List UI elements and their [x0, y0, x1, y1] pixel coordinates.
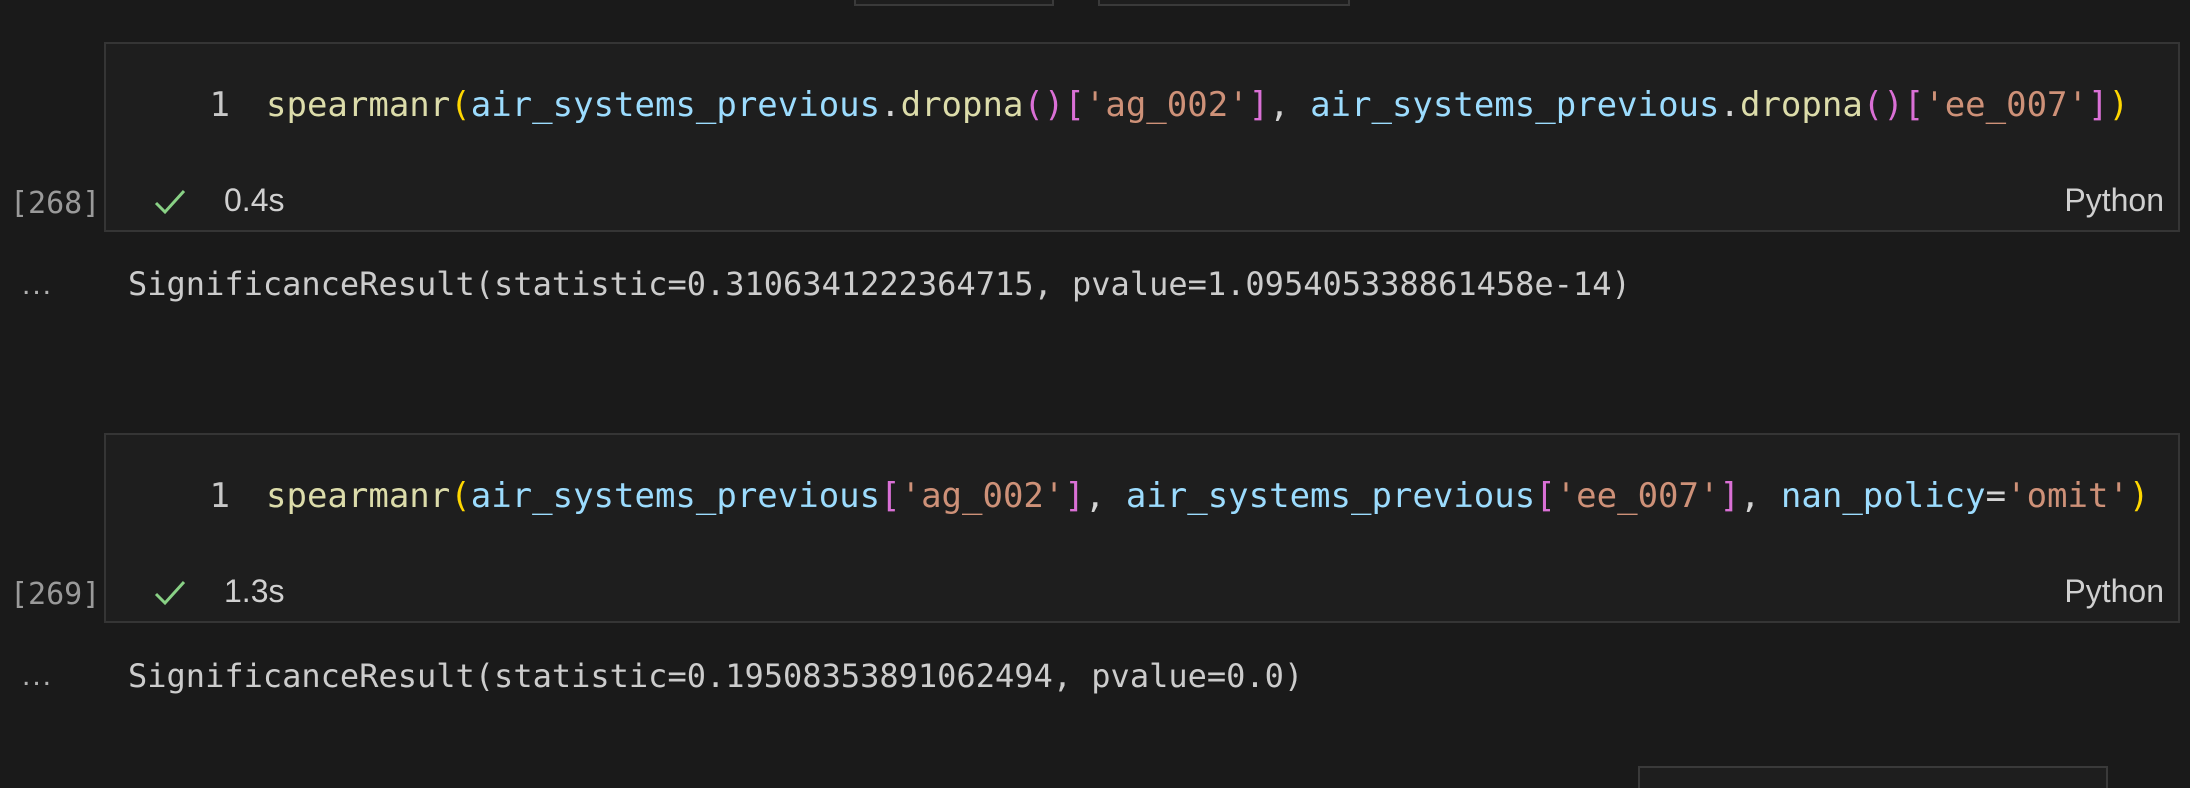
- variable: air_systems_previous: [470, 85, 881, 125]
- bracket: ]: [1719, 476, 1740, 516]
- string-literal: 'ee_007': [1555, 476, 1720, 516]
- paren: ): [2108, 85, 2129, 125]
- code-text[interactable]: spearmanr(air_systems_previous['ag_002']…: [266, 471, 2149, 521]
- toolbar-tab[interactable]: [1098, 0, 1350, 6]
- separator: ,: [1739, 476, 1781, 516]
- line-number: 1: [209, 85, 230, 125]
- bracket: [: [880, 476, 901, 516]
- variable: air_systems_previous: [1125, 476, 1536, 516]
- paren: (): [1023, 85, 1065, 125]
- cell-language[interactable]: Python: [2064, 565, 2164, 617]
- string-literal: 'ag_002': [1084, 85, 1249, 125]
- keyword-argument: nan_policy: [1780, 476, 1986, 516]
- output-collapse-icon[interactable]: ...: [22, 656, 53, 696]
- checkmark-icon: [154, 189, 186, 215]
- method-name: dropna: [1739, 85, 1863, 125]
- code-text[interactable]: spearmanr(air_systems_previous.dropna()[…: [266, 80, 2129, 130]
- execution-duration: 1.3s: [224, 573, 285, 609]
- cell-status-bar: 0.4s Python: [106, 174, 2178, 226]
- cell-output: SignificanceResult(statistic=0.310634122…: [128, 265, 1631, 303]
- execution-count: [269]: [10, 577, 101, 612]
- paren: (): [1862, 85, 1904, 125]
- cell-status-bar: 1.3s Python: [106, 565, 2178, 617]
- bracket: ]: [2088, 85, 2109, 125]
- function-name: spearmanr: [266, 476, 451, 516]
- string-literal: 'omit': [2006, 476, 2129, 516]
- paren: (: [450, 85, 471, 125]
- bracket: ]: [1248, 85, 1270, 125]
- code-cell[interactable]: 1 spearmanr(air_systems_previous['ag_002…: [104, 433, 2180, 623]
- separator: ,: [1269, 85, 1311, 125]
- separator: ,: [1084, 476, 1126, 516]
- string-literal: 'ag_002': [900, 476, 1065, 516]
- function-name: spearmanr: [266, 85, 451, 125]
- execution-duration: 0.4s: [224, 182, 285, 218]
- code-cell[interactable]: 1 spearmanr(air_systems_previous.dropna(…: [104, 42, 2180, 232]
- line-number: 1: [209, 476, 230, 516]
- output-collapse-icon[interactable]: ...: [22, 265, 53, 305]
- dot: .: [880, 85, 901, 125]
- method-name: dropna: [900, 85, 1024, 125]
- execution-count: [268]: [10, 186, 101, 221]
- equals-sign: =: [1985, 476, 2007, 516]
- toolbar-tab[interactable]: [854, 0, 1054, 6]
- cell-output: SignificanceResult(statistic=0.195083538…: [128, 657, 1304, 695]
- dot: .: [1719, 85, 1740, 125]
- bracket: [: [1535, 476, 1556, 516]
- cell-language[interactable]: Python: [2064, 174, 2164, 226]
- variable: air_systems_previous: [1310, 85, 1720, 125]
- paren: ): [2128, 476, 2150, 516]
- variable: air_systems_previous: [470, 476, 881, 516]
- notebook-page: 1 spearmanr(air_systems_previous.dropna(…: [0, 0, 2190, 788]
- bracket: [: [1064, 85, 1085, 125]
- paren: (: [450, 476, 471, 516]
- bracket: ]: [1064, 476, 1085, 516]
- checkmark-icon: [154, 580, 186, 606]
- string-literal: 'ee_007': [1924, 85, 2088, 125]
- cell-toolbar[interactable]: [1638, 766, 2108, 788]
- bracket: [: [1903, 85, 1925, 125]
